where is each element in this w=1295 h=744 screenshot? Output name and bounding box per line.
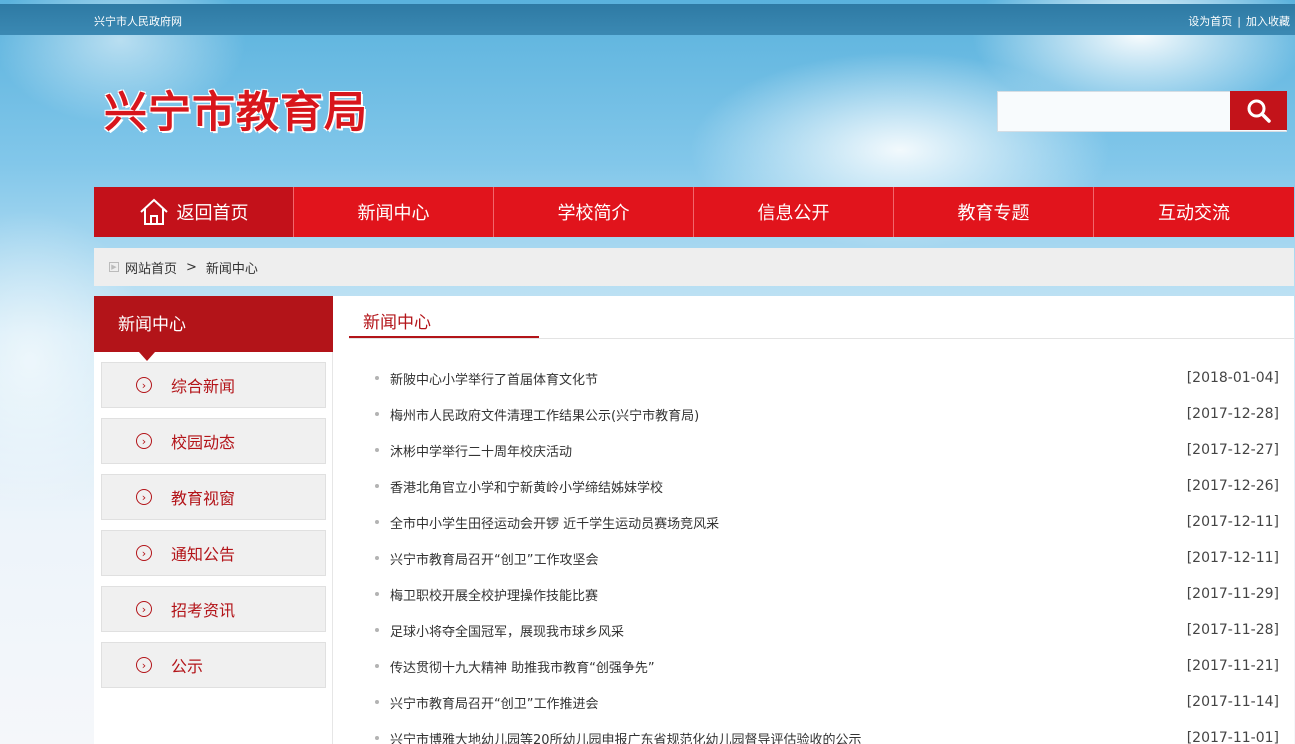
news-date: [2017-11-21]: [1186, 658, 1279, 674]
news-date: [2017-12-11]: [1186, 514, 1279, 530]
sidebar-item-label: 综合新闻: [171, 377, 236, 396]
news-title-link[interactable]: 足球小将夺全国冠军，展现我市球乡风采: [390, 621, 1187, 640]
breadcrumb-current: 新闻中心: [205, 261, 258, 277]
news-title-link[interactable]: 新陂中心小学举行了首届体育文化节: [390, 369, 1187, 388]
set-home-link[interactable]: 设为首页: [1188, 15, 1232, 28]
nav-item-school-intro[interactable]: 学校简介: [494, 187, 694, 237]
news-title-link[interactable]: 全市中小学生田径运动会开锣 近千学生运动员赛场竞风采: [390, 513, 1187, 532]
sidebar-item-label: 校园动态: [171, 433, 236, 452]
news-title-link[interactable]: 梅州市人民政府文件清理工作结果公示(兴宁市教育局): [390, 405, 1187, 424]
search-input[interactable]: [998, 92, 1227, 129]
bullet-icon: [375, 376, 379, 380]
news-title-link[interactable]: 兴宁市博雅大地幼儿园等20所幼儿园申报广东省规范化幼儿园督导评估验收的公示: [390, 729, 1187, 744]
list-item: 兴宁市教育局召开“创卫”工作推进会 [2017-11-14]: [375, 684, 1279, 720]
news-list: 新陂中心小学举行了首届体育文化节 [2018-01-04] 梅州市人民政府文件清…: [375, 360, 1279, 744]
top-links-separator: |: [1237, 15, 1241, 28]
sidebar-item-notices[interactable]: › 通知公告: [101, 530, 326, 576]
news-title-link[interactable]: 传达贯彻十九大精神 助推我市教育“创强争先”: [390, 657, 1187, 676]
news-date: [2017-12-27]: [1186, 442, 1279, 458]
list-item: 足球小将夺全国冠军，展现我市球乡风采 [2017-11-28]: [375, 612, 1279, 648]
content-area: 新闻中心 › 综合新闻 › 校园动态 › 教育视窗 › 通知公告 › 招考资讯 …: [94, 296, 1294, 744]
page: 兴宁市人民政府网 设为首页 | 加入收藏 兴宁市教育局 返回首页 新闻中心 学校…: [0, 0, 1295, 744]
list-item: 梅州市人民政府文件清理工作结果公示(兴宁市教育局) [2017-12-28]: [375, 396, 1279, 432]
sidebar-item-education-window[interactable]: › 教育视窗: [101, 474, 326, 520]
list-item: 兴宁市博雅大地幼儿园等20所幼儿园申报广东省规范化幼儿园督导评估验收的公示 [2…: [375, 720, 1279, 744]
add-favorite-link[interactable]: 加入收藏: [1246, 15, 1290, 28]
top-bar: 兴宁市人民政府网 设为首页 | 加入收藏: [0, 4, 1295, 35]
bullet-icon: [375, 448, 379, 452]
news-date: [2017-11-14]: [1186, 694, 1279, 710]
bullet-icon: [375, 484, 379, 488]
bullet-icon: [375, 628, 379, 632]
list-item: 全市中小学生田径运动会开锣 近千学生运动员赛场竞风采 [2017-12-11]: [375, 504, 1279, 540]
sidebar-menu: › 综合新闻 › 校园动态 › 教育视窗 › 通知公告 › 招考资讯 › 公示: [101, 362, 326, 698]
bullet-icon: [375, 664, 379, 668]
breadcrumb-home-link[interactable]: 网站首页: [125, 258, 177, 277]
nav-item-home-label: 返回首页: [176, 203, 249, 224]
bullet-icon: [375, 556, 379, 560]
nav-item-info-disclosure[interactable]: 信息公开: [694, 187, 894, 237]
breadcrumb: ▶ 网站首页 > 新闻中心: [94, 248, 1294, 286]
government-site-link[interactable]: 兴宁市人民政府网: [94, 13, 182, 29]
bullet-icon: [375, 520, 379, 524]
sidebar-item-label: 公示: [171, 657, 204, 676]
sidebar: 新闻中心 › 综合新闻 › 校园动态 › 教育视窗 › 通知公告 › 招考资讯 …: [94, 296, 333, 744]
sidebar-item-general-news[interactable]: › 综合新闻: [101, 362, 326, 408]
list-item: 香港北角官立小学和宁新黄岭小学缔结姊妹学校 [2017-12-26]: [375, 468, 1279, 504]
nav-item-education-topics[interactable]: 教育专题: [894, 187, 1094, 237]
search-box: [997, 91, 1287, 132]
list-item: 传达贯彻十九大精神 助推我市教育“创强争先” [2017-11-21]: [375, 648, 1279, 684]
circle-arrow-right-icon: ›: [136, 545, 152, 561]
circle-arrow-right-icon: ›: [136, 489, 152, 505]
main-title: 新闻中心: [363, 313, 431, 333]
circle-arrow-right-icon: ›: [136, 377, 152, 393]
news-date: [2018-01-04]: [1186, 370, 1279, 386]
main-nav: 返回首页 新闻中心 学校简介 信息公开 教育专题 互动交流: [94, 187, 1294, 237]
circle-arrow-right-icon: ›: [136, 657, 152, 673]
list-item: 梅卫职校开展全校护理操作技能比赛 [2017-11-29]: [375, 576, 1279, 612]
news-title-link[interactable]: 香港北角官立小学和宁新黄岭小学缔结姊妹学校: [390, 477, 1187, 496]
main-panel: 新闻中心 新陂中心小学举行了首届体育文化节 [2018-01-04] 梅州市人民…: [349, 296, 1294, 744]
breadcrumb-separator: >: [186, 259, 197, 275]
news-date: [2017-11-28]: [1186, 622, 1279, 638]
sidebar-item-label: 教育视窗: [171, 489, 236, 508]
news-title-link[interactable]: 梅卫职校开展全校护理操作技能比赛: [390, 585, 1187, 604]
nav-item-news-center[interactable]: 新闻中心: [294, 187, 494, 237]
bullet-icon: [375, 700, 379, 704]
news-title-link[interactable]: 沐彬中学举行二十周年校庆活动: [390, 441, 1187, 460]
home-icon: [139, 198, 169, 226]
news-title-link[interactable]: 兴宁市教育局召开“创卫”工作攻坚会: [390, 549, 1187, 568]
search-button[interactable]: [1230, 91, 1287, 130]
sidebar-title-arrow: [139, 352, 155, 361]
site-logo[interactable]: 兴宁市教育局: [104, 78, 368, 140]
breadcrumb-arrow-icon: ▶: [109, 262, 119, 272]
nav-item-interaction[interactable]: 互动交流: [1094, 187, 1294, 237]
sidebar-title: 新闻中心: [94, 296, 333, 352]
list-item: 沐彬中学举行二十周年校庆活动 [2017-12-27]: [375, 432, 1279, 468]
news-date: [2017-12-26]: [1186, 478, 1279, 494]
news-date: [2017-12-28]: [1186, 406, 1279, 422]
bullet-icon: [375, 736, 379, 740]
news-date: [2017-12-11]: [1186, 550, 1279, 566]
circle-arrow-right-icon: ›: [136, 433, 152, 449]
nav-item-home[interactable]: 返回首页: [94, 187, 294, 237]
news-date: [2017-11-29]: [1186, 586, 1279, 602]
circle-arrow-right-icon: ›: [136, 601, 152, 617]
news-date: [2017-11-01]: [1186, 730, 1279, 744]
sidebar-item-campus-news[interactable]: › 校园动态: [101, 418, 326, 464]
main-title-divider: [349, 338, 1294, 339]
list-item: 兴宁市教育局召开“创卫”工作攻坚会 [2017-12-11]: [375, 540, 1279, 576]
sidebar-item-label: 通知公告: [171, 545, 236, 564]
bullet-icon: [375, 592, 379, 596]
search-icon: [1247, 99, 1271, 123]
sidebar-item-exam-info[interactable]: › 招考资讯: [101, 586, 326, 632]
list-item: 新陂中心小学举行了首届体育文化节 [2018-01-04]: [375, 360, 1279, 396]
news-title-link[interactable]: 兴宁市教育局召开“创卫”工作推进会: [390, 693, 1187, 712]
sidebar-item-label: 招考资讯: [171, 601, 236, 620]
top-links: 设为首页 | 加入收藏: [1188, 13, 1290, 29]
sidebar-item-publicity[interactable]: › 公示: [101, 642, 326, 688]
bullet-icon: [375, 412, 379, 416]
